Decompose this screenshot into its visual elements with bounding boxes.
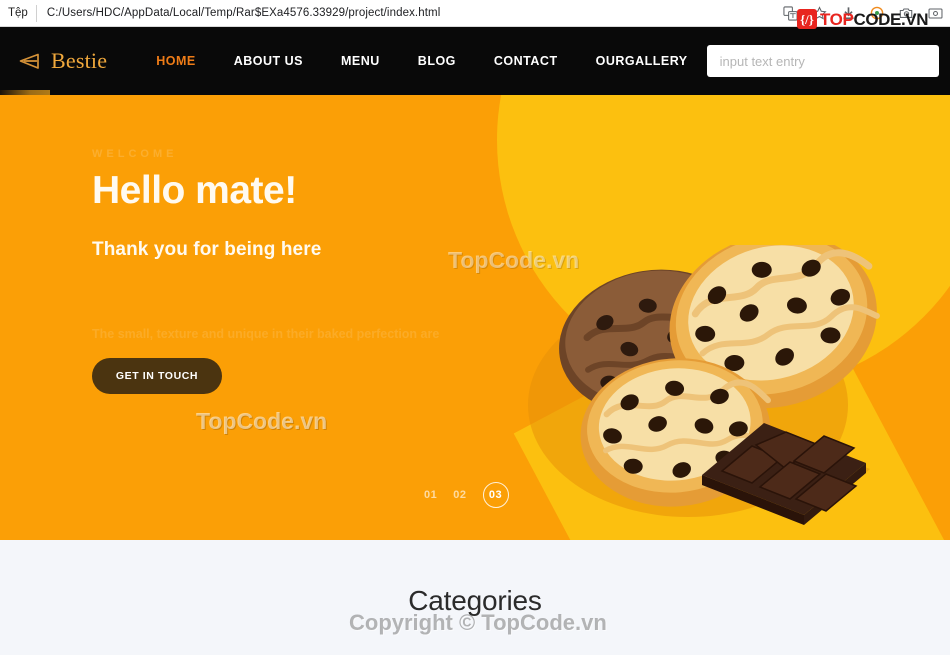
nav-link-ourgallery[interactable]: OURGALLERY — [596, 54, 688, 68]
slider-dot-02[interactable]: 02 — [453, 489, 466, 501]
brand-logo[interactable]: Bestie — [14, 46, 107, 76]
nav-item-menu[interactable]: MENU — [322, 52, 399, 70]
extension-orange-icon[interactable] — [869, 5, 885, 21]
nav-link-home[interactable]: HOME — [156, 54, 196, 68]
nav-item-contact[interactable]: CONTACT — [475, 52, 577, 70]
slider-dot-01[interactable]: 01 — [424, 489, 437, 501]
hero-content: WELCOME Hello mate! Thank you for being … — [0, 95, 950, 394]
browser-toolbar: Tệp C:/Users/HDC/AppData/Local/Temp/Rar$… — [0, 0, 950, 27]
screen-capture-icon[interactable] — [927, 5, 943, 21]
search-input[interactable] — [706, 45, 939, 77]
hero-title: Hello mate! — [92, 169, 297, 212]
nav-link-blog[interactable]: BLOG — [418, 54, 456, 68]
hero-subtitle: Thank you for being here — [92, 238, 322, 260]
get-in-touch-button[interactable]: GET IN TOUCH — [92, 357, 222, 394]
page-root: Tệp C:/Users/HDC/AppData/Local/Temp/Rar$… — [0, 0, 950, 655]
brand-name: Bestie — [51, 48, 108, 73]
nav-item-about-us[interactable]: ABOUT US — [215, 52, 322, 70]
browser-icon-group — [782, 0, 946, 26]
site-navbar: Bestie HOME ABOUT US MENU BLOG CONTACT O… — [0, 27, 950, 95]
download-icon[interactable] — [840, 5, 856, 21]
hero-section: WELCOME Hello mate! Thank you for being … — [0, 95, 950, 540]
nav-link-menu[interactable]: MENU — [341, 54, 380, 68]
translate-icon[interactable] — [782, 5, 798, 21]
screenshot-camera-icon[interactable] — [898, 5, 914, 21]
bestie-arrow-logo-icon — [14, 46, 44, 76]
nav-item-blog[interactable]: BLOG — [399, 52, 475, 70]
categories-title: Categories — [408, 585, 542, 616]
slider-dot-03[interactable]: 03 — [482, 482, 509, 508]
browser-file-menu[interactable]: Tệp — [6, 7, 36, 19]
nav-item-ourgallery[interactable]: OURGALLERY — [577, 52, 707, 70]
navbar-actions: 2 — [706, 43, 950, 79]
toolbar-divider — [35, 4, 37, 22]
primary-nav: HOME ABOUT US MENU BLOG CONTACT OURGALLE… — [137, 52, 706, 70]
nav-item-home[interactable]: HOME — [137, 52, 215, 70]
hero-slider-pagination: 01 02 03 — [424, 482, 509, 508]
nav-link-about-us[interactable]: ABOUT US — [234, 54, 303, 68]
hero-description: The small, texture and unique in their b… — [92, 326, 440, 341]
bookmark-star-icon[interactable] — [811, 5, 827, 21]
categories-section: Categories — [0, 540, 950, 655]
address-bar-url[interactable]: C:/Users/HDC/AppData/Local/Temp/Rar$EXa4… — [47, 7, 441, 19]
nav-link-contact[interactable]: CONTACT — [494, 54, 558, 68]
hero-eyebrow: WELCOME — [92, 148, 178, 160]
